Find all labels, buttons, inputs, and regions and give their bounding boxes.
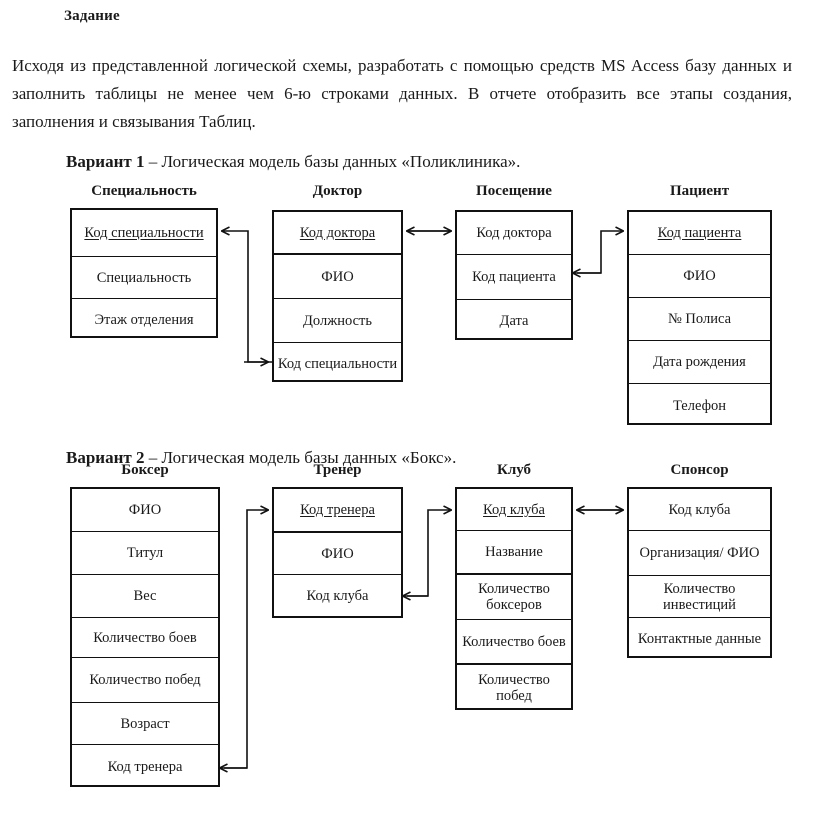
entity-title-patsient: Пациент [669, 183, 730, 199]
entity-bokser: ФИО Титул Вес Количество боев Количество… [70, 487, 220, 787]
entity-doktor: Код доктора ФИО Должность Код специально… [272, 210, 403, 382]
field-row: Код специальности [72, 210, 216, 257]
field-row: Код тренера [107, 759, 183, 775]
entity-patsient: Код пациента ФИО № Полиса Дата рождения … [627, 210, 772, 425]
connector-bokser-trener [224, 510, 268, 769]
field-row: ФИО [274, 533, 401, 575]
connector-trener-klub [407, 510, 451, 597]
entity-trener: Код тренера ФИО Код клуба [272, 487, 403, 618]
field-row: Количество побед [478, 671, 550, 704]
field-row: Телефон [673, 397, 726, 414]
field-row: Титул [72, 532, 218, 575]
intro-paragraph: Исходя из представленной логической схем… [12, 56, 792, 131]
entity-title-specialnost: Специальность [91, 183, 197, 199]
field-row: Количество инвестиций [629, 576, 770, 618]
field-row: Код тренера [274, 489, 401, 533]
field-row: ФИО [72, 489, 218, 532]
entity-poseshenie: Код доктора Код пациента Дата [455, 210, 573, 340]
field-row: № Полиса [629, 298, 770, 341]
entity-specialnost: Код специальности Специальность Этаж отд… [70, 208, 218, 338]
entity-title-klub: Клуб [496, 462, 532, 478]
variant-1-label: Вариант 1 [66, 152, 145, 171]
field-row: Код клуба [629, 489, 770, 531]
field-row: Код доктора [457, 212, 571, 255]
entity-title-bokser: Боксер [121, 462, 169, 478]
variant-1-caption: Вариант 1 – Логическая модель базы данны… [66, 152, 520, 172]
entity-klub: Код клуба Название Количество боксеров К… [455, 487, 573, 710]
field-row: Специальность [72, 257, 216, 299]
page-title: Задание [64, 8, 120, 24]
field-row: Вес [72, 575, 218, 618]
entity-title-sponsor: Спонсор [670, 462, 729, 478]
field-row: ФИО [274, 255, 401, 299]
entity-title-trener: Тренер [313, 462, 362, 478]
field-row: Код пациента [457, 255, 571, 300]
field-row: Код клуба [306, 587, 369, 604]
field-row: Код пациента [629, 212, 770, 255]
field-row: Количество побед [72, 658, 218, 703]
field-row: Организация/ ФИО [629, 531, 770, 576]
variant-1-caption-rest: – Логическая модель базы данных «Поликли… [144, 152, 521, 171]
field-row: Количество боксеров [457, 575, 571, 620]
field-row: Количество боев [72, 618, 218, 658]
field-row: Код клуба [457, 489, 571, 531]
entity-title-poseshenie: Посещение [476, 183, 552, 199]
connector-poseshenie-patsient [577, 231, 623, 274]
connector-doktor-specialnost [222, 231, 272, 363]
field-row: Контактные данные [637, 631, 762, 647]
field-row: Количество боев [457, 620, 571, 665]
field-row: Возраст [72, 703, 218, 745]
entity-title-doktor: Доктор [312, 183, 363, 199]
field-row: ФИО [629, 255, 770, 298]
field-row: Дата [499, 313, 529, 329]
field-row: Код доктора [274, 212, 401, 255]
field-row: Дата рождения [629, 341, 770, 384]
entity-sponsor: Код клуба Организация/ ФИО Количество ин… [627, 487, 772, 658]
field-row: Код специальности [277, 355, 398, 372]
field-row: Название [457, 531, 571, 575]
field-row: Этаж отделения [94, 311, 194, 328]
field-row: Должность [274, 299, 401, 343]
